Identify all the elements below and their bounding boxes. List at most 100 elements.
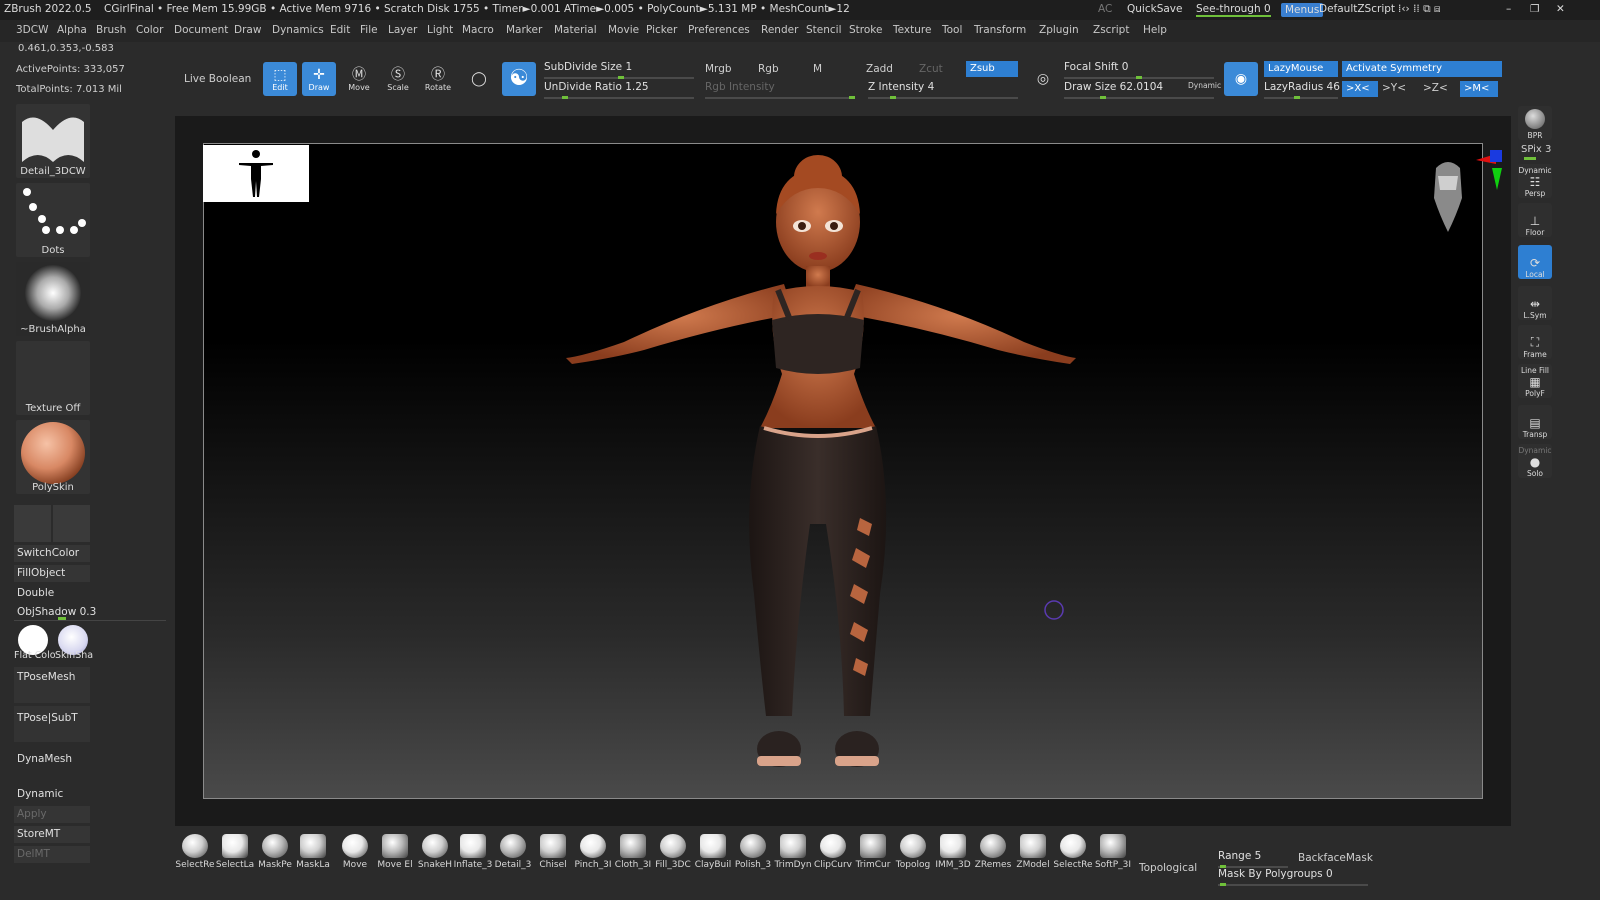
shelf-brush-9[interactable]: Chisel	[534, 832, 572, 870]
local-button[interactable]: ⟳ Local	[1518, 245, 1552, 279]
secondary-color-swatch[interactable]	[53, 505, 90, 542]
shelf-brush-7[interactable]: Inflate_3	[454, 832, 492, 870]
subdivide-size-slider[interactable]: SubDivide Size 1	[544, 61, 694, 79]
zadd-toggle[interactable]: Zadd	[866, 63, 893, 75]
shelf-brush-14[interactable]: Polish_3	[734, 832, 772, 870]
symmetry-y-toggle[interactable]: >Y<	[1382, 82, 1406, 94]
alpha-selector[interactable]: ~BrushAlpha	[16, 262, 90, 336]
shelf-brush-4[interactable]: Move	[336, 832, 374, 870]
shelf-brush-15[interactable]: TrimDyn	[774, 832, 812, 870]
stroke-selector[interactable]: Dots	[16, 183, 90, 257]
z-intensity-slider[interactable]: Z Intensity 4	[868, 81, 1018, 99]
menu-preferences[interactable]: Preferences	[688, 24, 750, 36]
character-model[interactable]	[204, 144, 1482, 798]
apply-button[interactable]: Apply	[14, 806, 90, 823]
shelf-brush-16[interactable]: ClipCurv	[814, 832, 852, 870]
menu-draw[interactable]: Draw	[234, 24, 261, 36]
symmetry-z-toggle[interactable]: >Z<	[1423, 82, 1448, 94]
rgb-intensity-slider[interactable]: Rgb Intensity	[705, 81, 855, 99]
menu-help[interactable]: Help	[1143, 24, 1167, 36]
view-gizmo-icon[interactable]	[1416, 150, 1506, 260]
sculptris-pro-button[interactable]: ☯	[502, 62, 536, 96]
storemt-button[interactable]: StoreMT	[14, 826, 90, 843]
solo-button[interactable]: Dynamic ● Solo	[1518, 444, 1552, 478]
objshadow-slider[interactable]: ObjShadow 0.3	[14, 604, 166, 621]
rgb-toggle[interactable]: Rgb	[758, 63, 779, 75]
minimize-icon[interactable]: –	[1506, 3, 1511, 15]
menu-material[interactable]: Material	[554, 24, 597, 36]
m-toggle[interactable]: M	[813, 63, 822, 75]
menu-color[interactable]: Color	[136, 24, 163, 36]
tposemesh-button[interactable]: TPoseMesh	[14, 667, 90, 703]
menu-3dcw[interactable]: 3DCW	[16, 24, 48, 36]
fillobject-button[interactable]: FillObject	[14, 565, 90, 582]
texture-selector[interactable]: Texture Off	[16, 341, 90, 415]
symmetry-x-toggle[interactable]: >X<	[1342, 81, 1378, 97]
menu-tool[interactable]: Tool	[942, 24, 962, 36]
menu-render[interactable]: Render	[761, 24, 798, 36]
menu-layer[interactable]: Layer	[388, 24, 417, 36]
menu-transform[interactable]: Transform	[974, 24, 1026, 36]
menu-movie[interactable]: Movie	[608, 24, 639, 36]
floor-button[interactable]: ⊥ Floor	[1518, 203, 1552, 237]
shelf-brush-13[interactable]: ClayBuil	[694, 832, 732, 870]
delmt-button[interactable]: DelMT	[14, 846, 90, 863]
shelf-brush-20[interactable]: ZRemes	[974, 832, 1012, 870]
scale-button[interactable]: Ⓢ Scale	[381, 62, 415, 96]
shelf-brush-6[interactable]: SnakeH	[416, 832, 454, 870]
shelf-brush-17[interactable]: TrimCur	[854, 832, 892, 870]
menu-marker[interactable]: Marker	[506, 24, 542, 36]
shelf-brush-0[interactable]: SelectRe	[176, 832, 214, 870]
menu-picker[interactable]: Picker	[646, 24, 677, 36]
shelf-brush-19[interactable]: IMM_3D	[934, 832, 972, 870]
menu-dynamics[interactable]: Dynamics	[272, 24, 324, 36]
spix-slider[interactable]: SPix 3	[1521, 144, 1551, 155]
quicksave-button[interactable]: QuickSave	[1127, 3, 1182, 15]
lazymouse-toggle[interactable]: LazyMouse	[1264, 61, 1338, 77]
default-zscript-button[interactable]: DefaultZScript	[1319, 3, 1395, 15]
menu-file[interactable]: File	[360, 24, 378, 36]
undivide-ratio-slider[interactable]: UnDivide Ratio 1.25	[544, 81, 694, 99]
zsub-toggle[interactable]: Zsub	[966, 61, 1018, 77]
backfacemask-toggle[interactable]: BackfaceMask	[1298, 852, 1373, 864]
menu-alpha[interactable]: Alpha	[57, 24, 87, 36]
draw-button[interactable]: ✛ Draw	[302, 62, 336, 96]
shelf-brush-2[interactable]: MaskPe	[256, 832, 294, 870]
double-toggle[interactable]: Double	[14, 585, 90, 602]
shelf-brush-12[interactable]: Fill_3DC	[654, 832, 692, 870]
restore-icon[interactable]: ❐	[1530, 3, 1539, 15]
shelf-brush-3[interactable]: MaskLa	[294, 832, 332, 870]
shelf-brush-8[interactable]: Detail_3	[494, 832, 532, 870]
stroke-s-icon[interactable]: ◎	[1026, 62, 1060, 96]
mrgb-toggle[interactable]: Mrgb	[705, 63, 732, 75]
move-button[interactable]: Ⓜ Move	[342, 62, 376, 96]
menu-document[interactable]: Document	[174, 24, 228, 36]
rotate-button[interactable]: Ⓡ Rotate	[421, 62, 455, 96]
menu-zscript[interactable]: Zscript	[1093, 24, 1129, 36]
navigator-thumbnail[interactable]	[203, 145, 309, 202]
shelf-brush-23[interactable]: SoftP_3I	[1094, 832, 1132, 870]
lsym-button[interactable]: ⇹ L.Sym	[1518, 286, 1552, 320]
shelf-brush-21[interactable]: ZModel	[1014, 832, 1052, 870]
window-icons[interactable]: ⁞‹› ⁞⁞ ⧉ ⧈	[1398, 3, 1441, 16]
activate-symmetry-button[interactable]: Activate Symmetry	[1342, 61, 1502, 77]
symmetry-m-toggle[interactable]: >M<	[1460, 81, 1498, 97]
shelf-brush-11[interactable]: Cloth_3I	[614, 832, 652, 870]
material-selector[interactable]: PolySkin	[16, 420, 90, 494]
menu-macro[interactable]: Macro	[462, 24, 494, 36]
live-boolean-toggle[interactable]: Live Boolean	[184, 73, 251, 85]
shelf-brush-5[interactable]: Move El	[376, 832, 414, 870]
shelf-brush-10[interactable]: Pinch_3I	[574, 832, 612, 870]
document-viewport[interactable]	[203, 143, 1483, 799]
edit-button[interactable]: ⬚ Edit	[263, 62, 297, 96]
menu-brush[interactable]: Brush	[96, 24, 126, 36]
mask-by-polygroups-slider[interactable]: Mask By Polygroups 0	[1218, 868, 1368, 886]
range-slider[interactable]: Range 5	[1218, 850, 1288, 868]
focal-shift-slider[interactable]: Focal Shift 0	[1064, 61, 1214, 79]
close-icon[interactable]: ✕	[1556, 3, 1565, 15]
topological-toggle[interactable]: Topological	[1139, 862, 1197, 874]
bpr-button[interactable]: BPR	[1518, 106, 1552, 140]
menu-zplugin[interactable]: Zplugin	[1039, 24, 1079, 36]
tpose-subt-button[interactable]: TPose|SubT	[14, 706, 90, 742]
dynamic-size-toggle[interactable]: Dynamic	[1188, 81, 1221, 90]
